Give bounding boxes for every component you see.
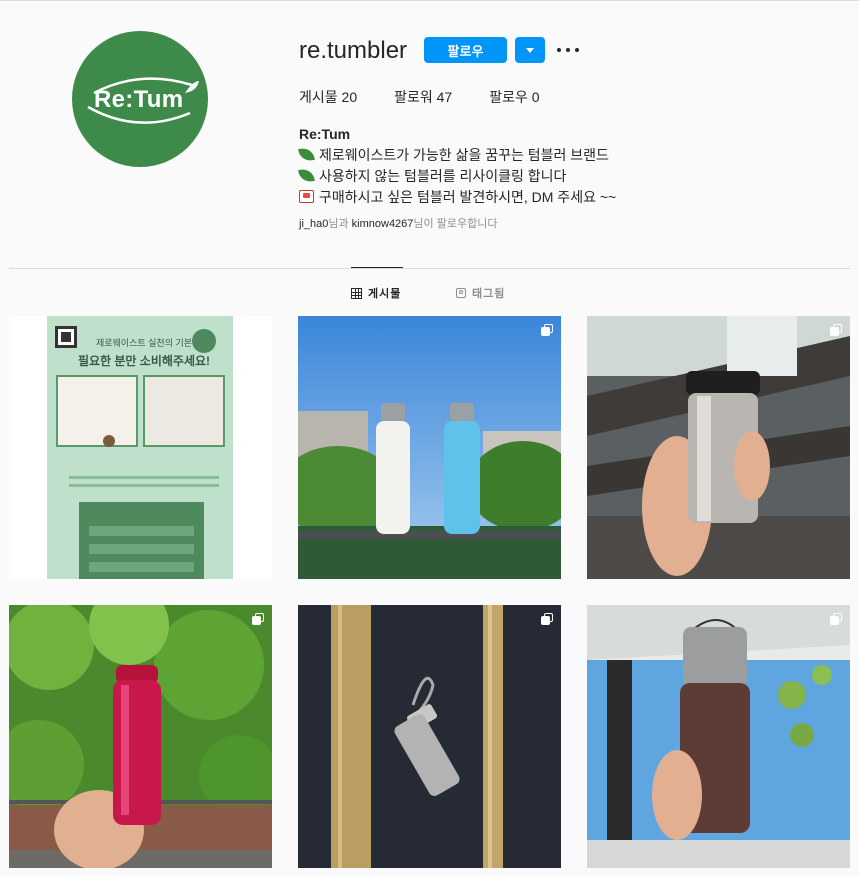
follow-button[interactable]: 팔로우 bbox=[424, 37, 507, 63]
bio-line: 사용하지 않는 텀블러를 리사이클링 합니다 bbox=[319, 168, 567, 184]
following-count[interactable]: 팔로우 0 bbox=[489, 87, 539, 107]
bio-line: 제로웨이스트가 가능한 삶을 꿈꾸는 텀블러 브랜드 bbox=[319, 147, 609, 163]
bio-name: Re:Tum bbox=[299, 126, 351, 142]
profile-avatar[interactable]: Re:Tum bbox=[72, 31, 208, 167]
more-options-icon[interactable] bbox=[557, 40, 579, 60]
post-thumbnail[interactable]: 제로웨이스트 실천의 기본 필요한 분만 소비해주세요! bbox=[9, 316, 272, 579]
post-image bbox=[298, 605, 561, 868]
logo-text: Re:Tum bbox=[94, 86, 184, 113]
profile-bio: Re:Tum 제로웨이스트가 가능한 삶을 꿈꾸는 텀블러 브랜드 사용하지 않… bbox=[298, 124, 819, 208]
active-tab-indicator bbox=[351, 267, 403, 268]
profile-stats: 게시물 20 팔로워 47 팔로우 0 bbox=[299, 87, 577, 107]
username: re.tumbler bbox=[299, 37, 408, 64]
leaf-icon bbox=[298, 147, 315, 162]
envelope-icon bbox=[299, 190, 314, 203]
post-thumbnail[interactable] bbox=[9, 605, 272, 868]
post-image bbox=[298, 316, 561, 579]
suggested-dropdown-button[interactable] bbox=[515, 37, 545, 63]
tab-divider bbox=[9, 268, 850, 269]
grid-icon bbox=[351, 287, 362, 299]
chevron-down-icon bbox=[526, 47, 534, 53]
follower-link[interactable]: kimnow4267 bbox=[352, 218, 414, 230]
leaf-icon bbox=[298, 168, 315, 183]
multiple-photos-icon bbox=[252, 613, 264, 625]
tab-tagged[interactable]: 태그됨 bbox=[456, 285, 505, 301]
tag-user-icon bbox=[456, 288, 466, 298]
post-thumbnail[interactable] bbox=[298, 316, 561, 579]
posts-count: 게시물 20 bbox=[299, 89, 358, 105]
multiple-photos-icon bbox=[830, 613, 842, 625]
post-image bbox=[587, 605, 850, 868]
tab-label: 게시물 bbox=[368, 288, 402, 300]
poster-title: 필요한 분만 소비해주세요! bbox=[77, 354, 211, 368]
followers-count[interactable]: 팔로워 47 bbox=[394, 87, 452, 107]
multiple-photos-icon bbox=[541, 324, 553, 336]
followed-by[interactable]: ji_ha0님과 kimnow4267님이 팔로우합니다 bbox=[299, 215, 497, 231]
multiple-photos-icon bbox=[830, 324, 842, 336]
tab-posts[interactable]: 게시물 bbox=[351, 285, 401, 301]
post-thumbnail[interactable] bbox=[587, 605, 850, 868]
post-thumbnail[interactable] bbox=[587, 316, 850, 579]
bio-line: 구매하시고 싶은 텀블러 발견하시면, DM 주세요 ~~ bbox=[319, 189, 617, 205]
post-image bbox=[9, 605, 272, 868]
follower-link[interactable]: ji_ha0 bbox=[299, 218, 328, 230]
poster-subtitle: 제로웨이스트 실천의 기본 bbox=[95, 338, 193, 348]
tab-label: 태그됨 bbox=[472, 288, 506, 300]
multiple-photos-icon bbox=[541, 613, 553, 625]
followed-by-text: 님이 팔로우합니다 bbox=[413, 218, 498, 230]
followed-by-text: 님과 bbox=[328, 218, 352, 230]
top-border bbox=[0, 0, 859, 5]
post-image bbox=[587, 316, 850, 579]
post-thumbnail[interactable] bbox=[298, 605, 561, 868]
